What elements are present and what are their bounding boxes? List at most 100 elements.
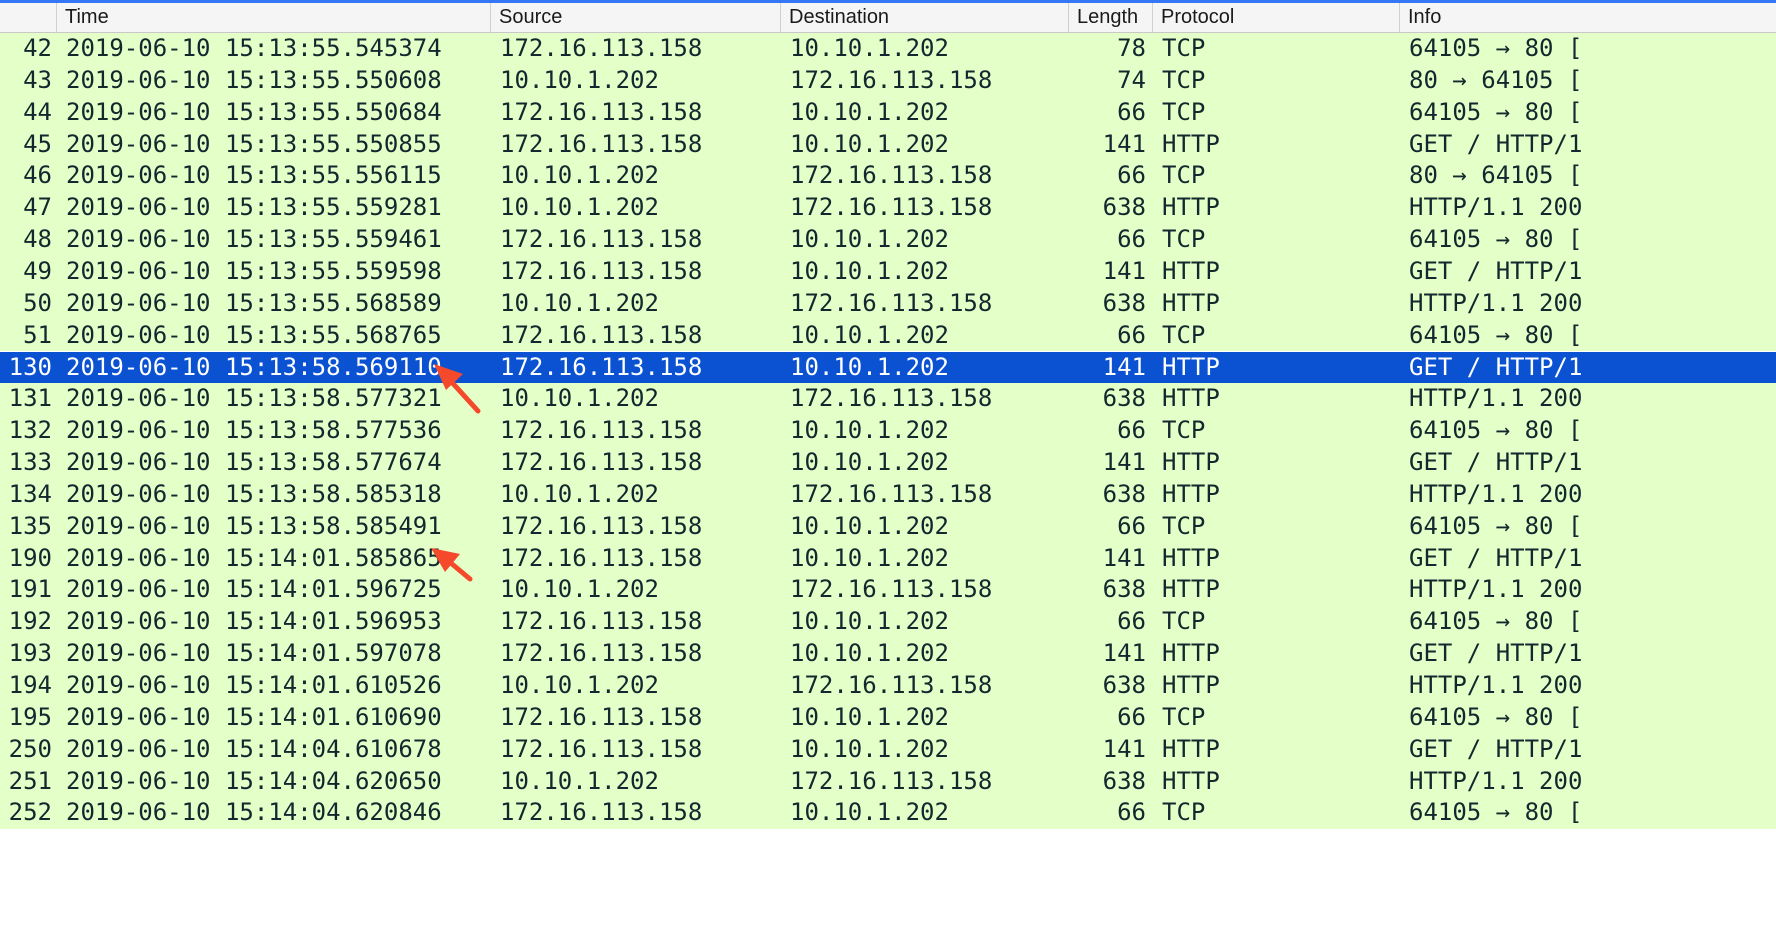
packet-row[interactable]: 48 2019-06-10 15:13:55.559461 172.16.113.1… bbox=[0, 224, 1776, 256]
packet-source: 10.10.1.202 bbox=[500, 575, 659, 604]
packet-row[interactable]: 132 2019-06-10 15:13:58.577536 172.16.113.… bbox=[0, 415, 1776, 448]
packet-length: 141 bbox=[1102, 639, 1146, 668]
packet-row[interactable]: 191 2019-06-10 15:14:01.596725 10.10.1.202… bbox=[0, 574, 1776, 607]
packet-length: 74 bbox=[1117, 65, 1146, 94]
packet-protocol: HTTP bbox=[1162, 129, 1220, 158]
packet-destination: 10.10.1.202 bbox=[790, 97, 949, 126]
packet-row[interactable]: 46 2019-06-10 15:13:55.556115 10.10.1.202 1… bbox=[0, 160, 1776, 193]
packet-row[interactable]: 190 2019-06-10 15:14:01.585865 172.16.113.… bbox=[0, 542, 1776, 575]
column-header-time[interactable]: Time bbox=[56, 3, 490, 32]
packet-row[interactable]: 195 2019-06-10 15:14:01.610690 172.16.113.… bbox=[0, 701, 1776, 734]
packet-info: 64105 → 80 [ bbox=[1409, 607, 1583, 636]
packet-row[interactable]: 50 2019-06-10 15:13:55.568589 10.10.1.202 1… bbox=[0, 287, 1776, 320]
packet-info: GET / HTTP/1 bbox=[1409, 448, 1583, 477]
packet-source: 10.10.1.202 bbox=[500, 384, 659, 413]
packet-source: 172.16.113.158 bbox=[500, 129, 703, 158]
packet-time: 2019-06-10 15:14:01.596725 bbox=[66, 575, 442, 604]
packet-number: 135 bbox=[8, 511, 52, 540]
packet-time: 2019-06-10 15:14:04.620846 bbox=[66, 798, 442, 827]
packet-info: GET / HTTP/1 bbox=[1409, 352, 1583, 381]
packet-length: 66 bbox=[1117, 511, 1146, 540]
packet-row[interactable]: 135 2019-06-10 15:13:58.585491 172.16.113.… bbox=[0, 510, 1776, 543]
packet-protocol: HTTP bbox=[1162, 384, 1220, 413]
packet-source: 172.16.113.158 bbox=[500, 225, 703, 254]
packet-info: GET / HTTP/1 bbox=[1409, 639, 1583, 668]
packet-row[interactable]: 252 2019-06-10 15:14:04.620846 172.16.113.… bbox=[0, 797, 1776, 830]
packet-row[interactable]: 44 2019-06-10 15:13:55.550684 172.16.113.1… bbox=[0, 96, 1776, 129]
packet-number: 50 bbox=[23, 288, 52, 317]
packet-destination: 172.16.113.158 bbox=[790, 161, 993, 190]
packet-row[interactable]: 250 2019-06-10 15:14:04.610678 172.16.113.… bbox=[0, 733, 1776, 766]
packet-row[interactable]: 133 2019-06-10 15:13:58.577674 172.16.113.… bbox=[0, 447, 1776, 479]
column-header-info[interactable]: Info bbox=[1399, 3, 1776, 32]
packet-destination: 10.10.1.202 bbox=[790, 352, 949, 381]
packet-length: 638 bbox=[1102, 384, 1146, 413]
packet-row[interactable]: 43 2019-06-10 15:13:55.550608 10.10.1.202 1… bbox=[0, 64, 1776, 97]
packet-info: GET / HTTP/1 bbox=[1409, 129, 1583, 158]
packet-number: 42 bbox=[23, 34, 52, 62]
packet-info: GET / HTTP/1 bbox=[1409, 543, 1583, 572]
packet-time: 2019-06-10 15:13:58.577536 bbox=[66, 416, 442, 445]
packet-row[interactable]: 131 2019-06-10 15:13:58.577321 10.10.1.202… bbox=[0, 383, 1776, 416]
packet-info: 64105 → 80 [ bbox=[1409, 798, 1583, 827]
packet-time: 2019-06-10 15:13:55.559281 bbox=[66, 193, 442, 222]
packet-number: 251 bbox=[8, 766, 52, 795]
packet-source: 172.16.113.158 bbox=[500, 320, 703, 349]
packet-time: 2019-06-10 15:13:58.585318 bbox=[66, 479, 442, 508]
packet-length: 78 bbox=[1117, 34, 1146, 62]
column-header-no[interactable] bbox=[0, 3, 56, 32]
packet-row[interactable]: 193 2019-06-10 15:14:01.597078 172.16.113.… bbox=[0, 638, 1776, 670]
packet-info: 64105 → 80 [ bbox=[1409, 97, 1583, 126]
packet-length: 141 bbox=[1102, 256, 1146, 285]
packet-length: 638 bbox=[1102, 193, 1146, 222]
packet-info: HTTP/1.1 200 bbox=[1409, 479, 1583, 508]
packet-source: 10.10.1.202 bbox=[500, 193, 659, 222]
packet-length: 638 bbox=[1102, 671, 1146, 699]
packet-length: 66 bbox=[1117, 161, 1146, 190]
packet-row[interactable]: 134 2019-06-10 15:13:58.585318 10.10.1.202… bbox=[0, 478, 1776, 511]
packet-time: 2019-06-10 15:13:55.550855 bbox=[66, 129, 442, 158]
packet-source: 172.16.113.158 bbox=[500, 448, 703, 477]
packet-protocol: HTTP bbox=[1162, 288, 1220, 317]
packet-destination: 10.10.1.202 bbox=[790, 607, 949, 636]
packet-row[interactable]: 45 2019-06-10 15:13:55.550855 172.16.113.1… bbox=[0, 128, 1776, 161]
column-header-destination[interactable]: Destination bbox=[780, 3, 1068, 32]
packet-list-header: Time Source Destination Length Protocol … bbox=[0, 3, 1776, 33]
packet-row[interactable]: 251 2019-06-10 15:14:04.620650 10.10.1.202… bbox=[0, 765, 1776, 798]
packet-row[interactable]: 42 2019-06-10 15:13:55.545374 172.16.113.1… bbox=[0, 33, 1776, 65]
packet-time: 2019-06-10 15:13:55.568765 bbox=[66, 320, 442, 349]
packet-time: 2019-06-10 15:13:55.550608 bbox=[66, 65, 442, 94]
packet-destination: 172.16.113.158 bbox=[790, 65, 993, 94]
packet-destination: 10.10.1.202 bbox=[790, 702, 949, 731]
column-header-source[interactable]: Source bbox=[490, 3, 780, 32]
packet-protocol: HTTP bbox=[1162, 479, 1220, 508]
packet-number: 48 bbox=[23, 225, 52, 254]
packet-info: GET / HTTP/1 bbox=[1409, 734, 1583, 763]
packet-time: 2019-06-10 15:14:01.610526 bbox=[66, 671, 442, 699]
packet-source: 172.16.113.158 bbox=[500, 416, 703, 445]
packet-destination: 172.16.113.158 bbox=[790, 575, 993, 604]
packet-row[interactable]: 47 2019-06-10 15:13:55.559281 10.10.1.202 1… bbox=[0, 192, 1776, 225]
packet-info: 64105 → 80 [ bbox=[1409, 511, 1583, 540]
packet-time: 2019-06-10 15:14:01.597078 bbox=[66, 639, 442, 668]
packet-info: 64105 → 80 [ bbox=[1409, 225, 1583, 254]
column-header-protocol[interactable]: Protocol bbox=[1152, 3, 1399, 32]
packet-row[interactable]: 49 2019-06-10 15:13:55.559598 172.16.113.1… bbox=[0, 255, 1776, 288]
packet-protocol: TCP bbox=[1162, 65, 1206, 94]
packet-source: 10.10.1.202 bbox=[500, 671, 659, 699]
column-header-length[interactable]: Length bbox=[1068, 3, 1152, 32]
packet-row[interactable]: 192 2019-06-10 15:14:01.596953 172.16.113.… bbox=[0, 606, 1776, 639]
packet-row[interactable]: 51 2019-06-10 15:13:55.568765 172.16.113.1… bbox=[0, 319, 1776, 352]
packet-protocol: TCP bbox=[1162, 161, 1206, 190]
packet-destination: 10.10.1.202 bbox=[790, 448, 949, 477]
packet-length: 638 bbox=[1102, 288, 1146, 317]
packet-source: 172.16.113.158 bbox=[500, 702, 703, 731]
packet-protocol: HTTP bbox=[1162, 575, 1220, 604]
packet-source: 172.16.113.158 bbox=[500, 639, 703, 668]
packet-number: 252 bbox=[8, 798, 52, 827]
packet-number: 45 bbox=[23, 129, 52, 158]
packet-row[interactable]: 194 2019-06-10 15:14:01.610526 10.10.1.202… bbox=[0, 670, 1776, 702]
packet-row-selected[interactable]: 130 2019-06-10 15:13:58.569110 172.16.113.… bbox=[0, 351, 1776, 384]
packet-protocol: HTTP bbox=[1162, 671, 1220, 699]
packet-protocol: TCP bbox=[1162, 97, 1206, 126]
